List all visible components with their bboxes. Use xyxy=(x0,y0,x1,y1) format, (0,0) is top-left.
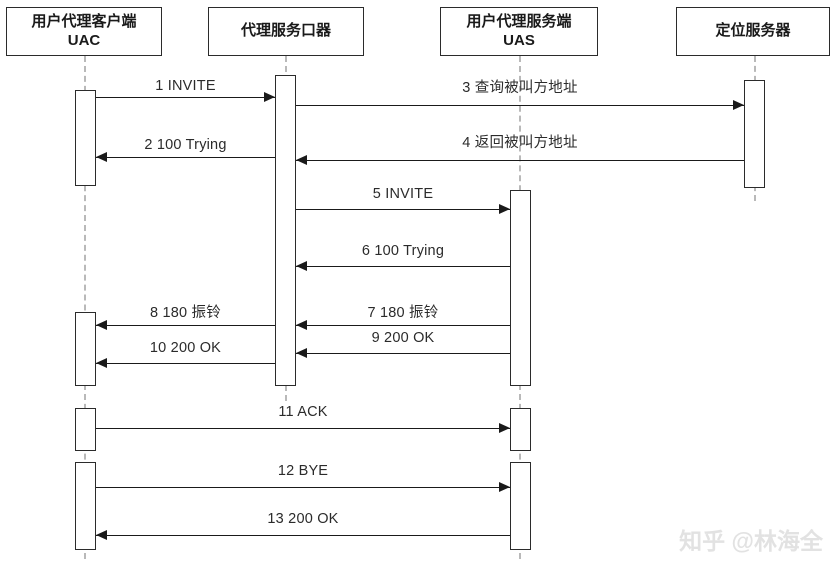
participant-location-server-name: 定位服务器 xyxy=(715,22,791,40)
activation-uac-1 xyxy=(75,90,96,186)
message-line-7 xyxy=(296,325,510,326)
message-arrowhead-6 xyxy=(296,261,307,271)
participant-proxy-name: 代理服务口器 xyxy=(240,22,331,40)
sequence-diagram-canvas: 用户代理客户端 UAC 代理服务口器 用户代理服务端 UAS 定位服务器 1 I… xyxy=(0,0,837,566)
message-arrowhead-3 xyxy=(733,100,744,110)
message-arrowhead-1 xyxy=(264,92,275,102)
message-line-2 xyxy=(96,157,275,158)
message-label-6: 6 100 Trying xyxy=(361,243,445,259)
activation-uas-1 xyxy=(510,190,531,386)
message-label-9: 9 200 OK xyxy=(371,330,435,346)
activation-proxy-1 xyxy=(275,75,296,386)
participant-uas-name: 用户代理服务端 xyxy=(466,12,572,30)
message-label-8: 8 180 振铃 xyxy=(150,305,221,321)
message-line-4 xyxy=(296,160,744,161)
message-label-4: 4 返回被叫方地址 xyxy=(462,135,578,151)
message-arrowhead-8 xyxy=(96,320,107,330)
message-line-3 xyxy=(296,105,744,106)
message-label-13: 13 200 OK xyxy=(267,511,339,527)
message-label-2: 2 100 Trying xyxy=(144,137,227,153)
activation-uac-3 xyxy=(75,408,96,451)
message-line-12 xyxy=(96,487,510,488)
message-arrowhead-2 xyxy=(96,152,107,162)
message-arrowhead-5 xyxy=(499,204,510,214)
message-label-1: 1 INVITE xyxy=(155,78,216,94)
watermark: 知乎 @林海全 xyxy=(679,528,823,554)
activation-uas-2 xyxy=(510,408,531,451)
message-line-13 xyxy=(96,535,510,536)
participant-uas: 用户代理服务端 UAS xyxy=(440,7,598,56)
activation-location-1 xyxy=(744,80,765,188)
participant-uas-sub: UAS xyxy=(503,31,535,49)
message-arrowhead-9 xyxy=(296,348,307,358)
participant-uac-name: 用户代理客户端 xyxy=(31,12,137,30)
message-line-6 xyxy=(296,266,510,267)
message-label-3: 3 查询被叫方地址 xyxy=(462,80,578,96)
message-line-11 xyxy=(96,428,510,429)
activation-uas-3 xyxy=(510,462,531,550)
message-line-9 xyxy=(296,353,510,354)
message-arrowhead-13 xyxy=(96,530,107,540)
message-label-10: 10 200 OK xyxy=(149,340,222,356)
participant-proxy: 代理服务口器 xyxy=(208,7,364,56)
message-label-11: 11 ACK xyxy=(278,404,328,420)
message-arrowhead-12 xyxy=(499,482,510,492)
message-line-5 xyxy=(296,209,510,210)
message-label-12: 12 BYE xyxy=(277,463,329,479)
participant-uac-sub: UAC xyxy=(67,31,101,49)
message-arrowhead-7 xyxy=(296,320,307,330)
participant-location-server: 定位服务器 xyxy=(676,7,830,56)
participant-uac: 用户代理客户端 UAC xyxy=(6,7,162,56)
message-label-5: 5 INVITE xyxy=(372,186,434,202)
message-label-7: 7 180 振铃 xyxy=(367,305,439,321)
activation-uac-4 xyxy=(75,462,96,550)
message-line-10 xyxy=(96,363,275,364)
message-arrowhead-10 xyxy=(96,358,107,368)
activation-uac-2 xyxy=(75,312,96,386)
message-arrowhead-11 xyxy=(499,423,510,433)
message-arrowhead-4 xyxy=(296,155,307,165)
message-line-8 xyxy=(96,325,275,326)
message-line-1 xyxy=(96,97,275,98)
